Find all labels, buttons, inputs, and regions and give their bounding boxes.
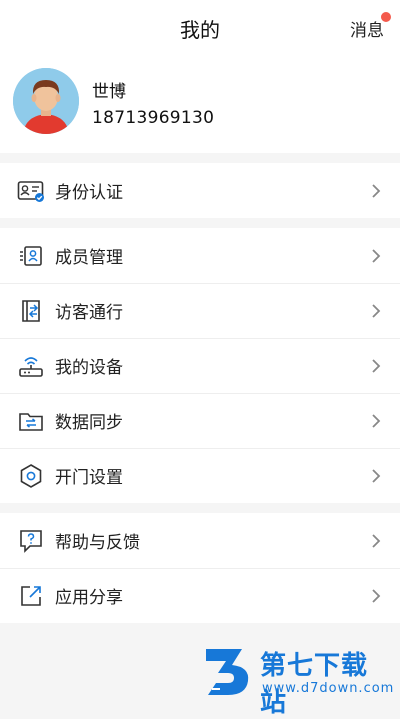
menu-item-label: 帮助与反馈 — [55, 533, 140, 553]
folder-sync-icon — [17, 407, 45, 435]
avatar[interactable] — [13, 68, 79, 134]
menu-item-label: 数据同步 — [55, 413, 123, 433]
page-title: 我的 — [180, 18, 220, 42]
avatar-illustration — [13, 68, 79, 134]
chevron-right-icon — [368, 358, 384, 374]
menu-item-label: 应用分享 — [55, 588, 123, 608]
id-card-icon — [17, 177, 45, 205]
menu-item-data-sync[interactable]: 数据同步 — [0, 393, 400, 448]
menu-item-door-settings[interactable]: 开门设置 — [0, 448, 400, 503]
chevron-right-icon — [368, 248, 384, 264]
menu-group-identity: 身份认证 — [0, 163, 400, 218]
unread-badge — [381, 12, 391, 22]
messages-label: 消息 — [350, 21, 384, 41]
section-divider — [0, 153, 400, 163]
menu-item-label: 访客通行 — [55, 303, 123, 323]
chevron-right-icon — [368, 468, 384, 484]
user-name: 世博 — [92, 82, 126, 102]
menu-item-app-share[interactable]: 应用分享 — [0, 568, 400, 623]
watermark-logo-icon — [206, 649, 249, 695]
chevron-right-icon — [368, 533, 384, 549]
chevron-right-icon — [368, 303, 384, 319]
site-watermark: 第七下载站 www.d7down.com — [202, 643, 395, 718]
menu-item-visitor-pass[interactable]: 访客通行 — [0, 283, 400, 338]
chevron-right-icon — [368, 413, 384, 429]
help-chat-icon — [17, 527, 45, 555]
profile-card[interactable]: 世博 18713969130 — [0, 58, 400, 153]
chevron-right-icon — [368, 183, 384, 199]
section-divider — [0, 218, 400, 228]
section-divider — [0, 503, 400, 513]
menu-item-label: 成员管理 — [55, 248, 123, 268]
menu-group-management: 成员管理 访客通行 我的设备 数据同步 开门设置 — [0, 228, 400, 503]
watermark-url: www.d7down.com — [262, 681, 395, 696]
messages-button[interactable]: 消息 — [350, 12, 391, 41]
share-icon — [17, 582, 45, 610]
menu-item-label: 身份认证 — [55, 183, 123, 203]
chevron-right-icon — [368, 588, 384, 604]
member-icon — [17, 242, 45, 270]
user-phone: 18713969130 — [92, 108, 215, 128]
router-icon — [17, 352, 45, 380]
menu-item-label: 我的设备 — [55, 358, 123, 378]
menu-item-label: 开门设置 — [55, 468, 123, 488]
top-bar: 我的 消息 — [0, 0, 400, 58]
menu-item-member-management[interactable]: 成员管理 — [0, 228, 400, 283]
menu-item-identity-verification[interactable]: 身份认证 — [0, 163, 400, 218]
menu-item-help-feedback[interactable]: 帮助与反馈 — [0, 513, 400, 568]
hexagon-settings-icon — [17, 462, 45, 490]
visitor-pass-icon — [17, 297, 45, 325]
menu-group-support: 帮助与反馈 应用分享 — [0, 513, 400, 623]
menu-item-my-devices[interactable]: 我的设备 — [0, 338, 400, 393]
